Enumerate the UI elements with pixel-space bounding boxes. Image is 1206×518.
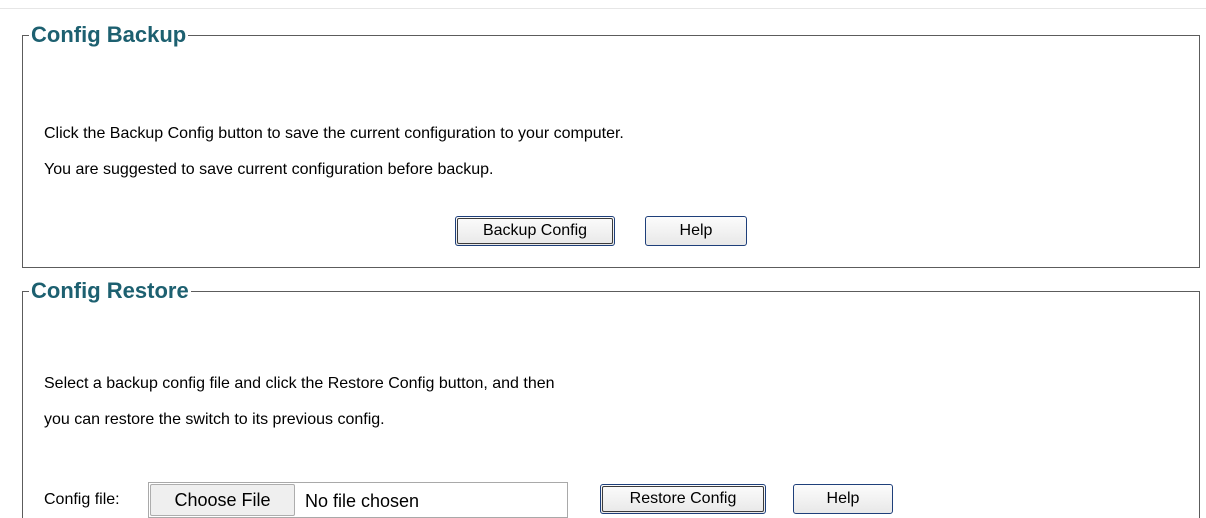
- restore-help-button-label: Help: [826, 490, 860, 507]
- backup-config-button-label: Backup Config: [482, 222, 588, 239]
- backup-instruction-line-2: You are suggested to save current config…: [44, 161, 494, 178]
- top-divider: [0, 8, 1206, 9]
- restore-instruction-line-1: Select a backup config file and click th…: [44, 375, 555, 392]
- config-file-label: Config file:: [44, 491, 120, 508]
- config-backup-panel: Config Backup Click the Backup Config bu…: [22, 22, 1200, 268]
- choose-file-button[interactable]: Choose File: [150, 484, 295, 516]
- restore-help-button[interactable]: Help: [793, 484, 893, 514]
- backup-config-button[interactable]: Backup Config: [455, 216, 615, 246]
- restore-instruction-line-2: you can restore the switch to its previo…: [44, 411, 385, 428]
- restore-config-button-label: Restore Config: [629, 490, 737, 507]
- backup-instruction-line-1: Click the Backup Config button to save t…: [44, 125, 624, 142]
- config-restore-panel: Config Restore Select a backup config fi…: [22, 278, 1200, 518]
- backup-help-button-label: Help: [679, 222, 713, 239]
- backup-help-button[interactable]: Help: [645, 216, 747, 246]
- config-backup-title: Config Backup: [31, 22, 187, 47]
- restore-config-button[interactable]: Restore Config: [600, 484, 766, 514]
- config-restore-title: Config Restore: [31, 278, 189, 303]
- file-status-text: No file chosen: [305, 491, 420, 511]
- config-file-input[interactable]: Choose File No file chosen: [148, 482, 568, 518]
